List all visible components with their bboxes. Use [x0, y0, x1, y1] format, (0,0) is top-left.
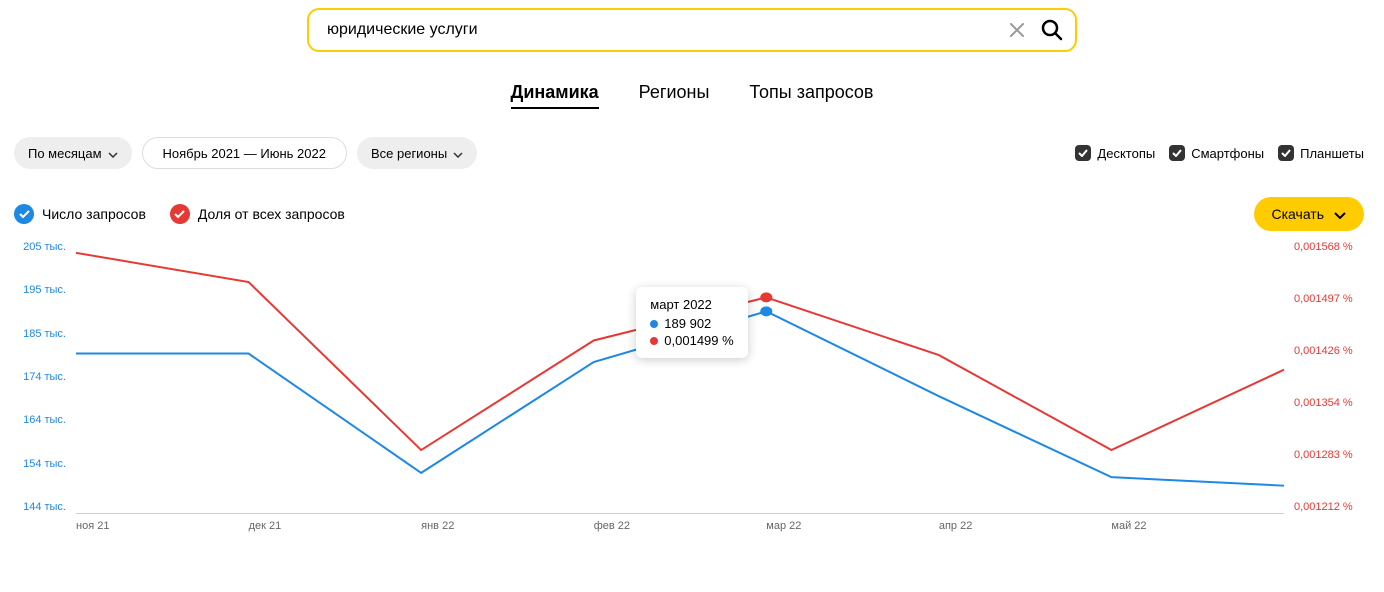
legend-row: Число запросов Доля от всех запросов Ска…: [10, 197, 1374, 231]
legend-blue-label: Число запросов: [42, 206, 146, 222]
y-right-tick: 0,001426 %: [1294, 345, 1353, 357]
y-left-tick: 144 тыс.: [23, 501, 66, 513]
dot-icon: [650, 337, 658, 345]
dot-icon: [650, 320, 658, 328]
chevron-down-icon: [1334, 206, 1346, 222]
y-left-tick: 195 тыс.: [23, 284, 66, 296]
x-tick: ноя 21: [76, 520, 109, 532]
device-checks: Десктопы Смартфоны Планшеты: [1075, 145, 1364, 161]
checkbox-icon: [1278, 145, 1294, 161]
x-axis: ноя 21 дек 21 янв 22 фев 22 мар 22 апр 22 май …: [76, 513, 1284, 537]
chart-plot[interactable]: март 2022 189 902 0,001499 %: [76, 247, 1284, 507]
tab-dynamics[interactable]: Динамика: [511, 82, 599, 109]
period-label: По месяцам: [28, 146, 102, 161]
check-circle-icon: [170, 204, 190, 224]
tabs: Динамика Регионы Топы запросов: [10, 82, 1374, 109]
check-tablet[interactable]: Планшеты: [1278, 145, 1364, 161]
date-range-select[interactable]: Ноябрь 2021 — Июнь 2022: [142, 137, 347, 169]
y-right-tick: 0,001212 %: [1294, 501, 1353, 513]
legend-red[interactable]: Доля от всех запросов: [170, 204, 345, 224]
search-icon[interactable]: [1039, 17, 1065, 43]
region-select[interactable]: Все регионы: [357, 137, 477, 169]
x-tick: мар 22: [766, 520, 801, 532]
legend: Число запросов Доля от всех запросов: [14, 204, 345, 224]
chevron-down-icon: [108, 146, 118, 161]
checkbox-icon: [1075, 145, 1091, 161]
tooltip-red-value: 0,001499 %: [664, 333, 733, 348]
tooltip-blue-value: 189 902: [664, 316, 711, 331]
y-right-tick: 0,001497 %: [1294, 293, 1353, 305]
tab-top[interactable]: Топы запросов: [749, 82, 873, 109]
download-button[interactable]: Скачать: [1254, 197, 1365, 231]
y-left-tick: 154 тыс.: [23, 458, 66, 470]
search-input[interactable]: [327, 21, 1007, 39]
x-tick: янв 22: [421, 520, 454, 532]
y-right-tick: 0,001568 %: [1294, 241, 1353, 253]
checkbox-icon: [1169, 145, 1185, 161]
y-right-tick: 0,001283 %: [1294, 449, 1353, 461]
chevron-down-icon: [453, 146, 463, 161]
y-left-tick: 174 тыс.: [23, 371, 66, 383]
date-range-label: Ноябрь 2021 — Июнь 2022: [163, 146, 326, 161]
y-axis-right: 0,001568 %0,001497 %0,001426 %0,001354 %…: [1290, 247, 1364, 507]
legend-red-label: Доля от всех запросов: [198, 206, 345, 222]
download-label: Скачать: [1272, 206, 1325, 222]
x-tick: фев 22: [594, 520, 630, 532]
check-circle-icon: [14, 204, 34, 224]
x-tick: май 22: [1111, 520, 1146, 532]
tooltip-title: март 2022: [650, 297, 733, 312]
y-axis-left: 205 тыс.195 тыс.185 тыс.174 тыс.164 тыс.…: [20, 247, 70, 507]
chart-tooltip: март 2022 189 902 0,001499 %: [636, 287, 747, 358]
check-phone-label: Смартфоны: [1191, 146, 1264, 161]
search-container: [10, 8, 1374, 52]
legend-blue[interactable]: Число запросов: [14, 204, 146, 224]
check-desktop[interactable]: Десктопы: [1075, 145, 1155, 161]
region-label: Все регионы: [371, 146, 447, 161]
chart-area: 205 тыс.195 тыс.185 тыс.174 тыс.164 тыс.…: [20, 247, 1364, 537]
y-right-tick: 0,001354 %: [1294, 397, 1353, 409]
search-box: [307, 8, 1077, 52]
y-left-tick: 205 тыс.: [23, 241, 66, 253]
y-left-tick: 164 тыс.: [23, 414, 66, 426]
check-desktop-label: Десктопы: [1097, 146, 1155, 161]
tab-regions[interactable]: Регионы: [639, 82, 710, 109]
period-select[interactable]: По месяцам: [14, 137, 132, 169]
y-left-tick: 185 тыс.: [23, 328, 66, 340]
controls-row: По месяцам Ноябрь 2021 — Июнь 2022 Все р…: [10, 137, 1374, 169]
x-tick: дек 21: [249, 520, 282, 532]
clear-icon[interactable]: [1007, 20, 1027, 40]
x-tick: апр 22: [939, 520, 972, 532]
check-phone[interactable]: Смартфоны: [1169, 145, 1264, 161]
check-tablet-label: Планшеты: [1300, 146, 1364, 161]
